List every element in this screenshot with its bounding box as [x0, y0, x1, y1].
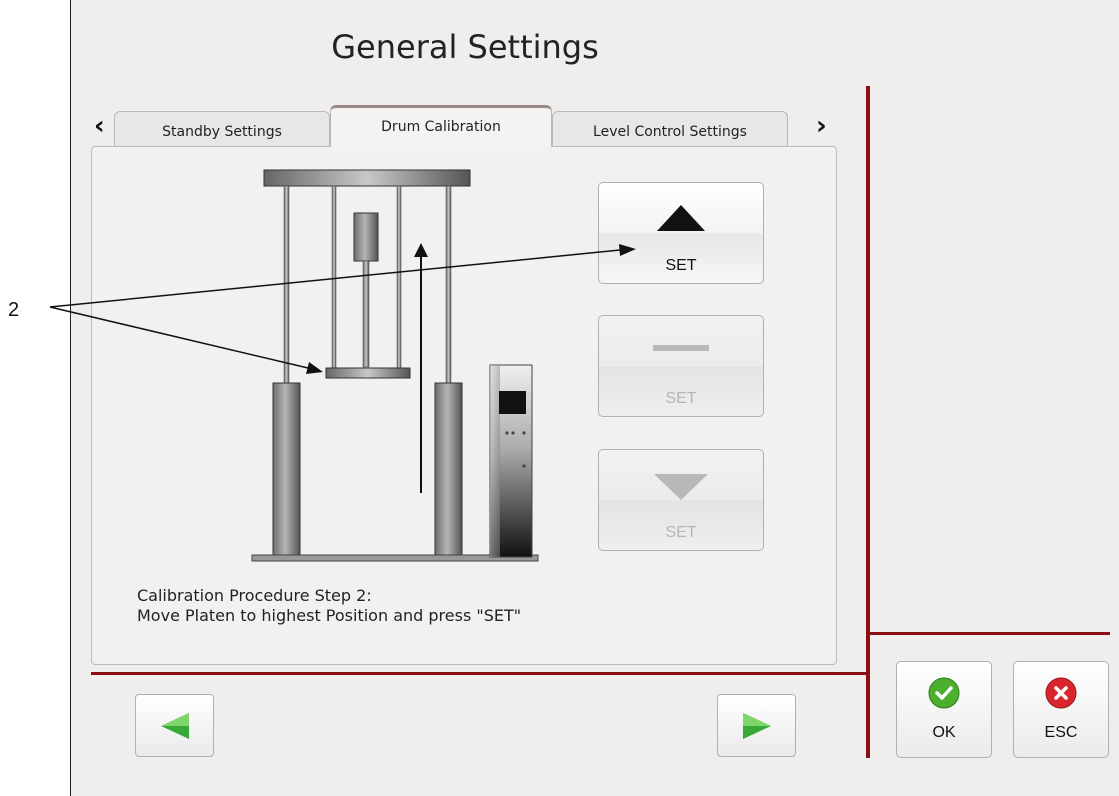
page-title: General Settings — [331, 28, 599, 66]
green-right-arrow-icon — [742, 712, 771, 739]
previous-button[interactable] — [135, 694, 214, 757]
tab-standby-settings[interactable]: Standby Settings — [114, 111, 330, 147]
callout-number: 2 — [8, 299, 20, 321]
set-label: SET — [665, 524, 697, 541]
triangle-up-icon — [657, 205, 705, 231]
platen-stop-set-button[interactable]: SET — [598, 315, 764, 417]
divider-horizontal-left — [91, 672, 866, 675]
ok-label: OK — [932, 724, 956, 741]
tab-prev-icon[interactable]: ‹ — [94, 113, 105, 139]
divider-horizontal-right — [866, 632, 1110, 635]
triangle-down-icon — [654, 474, 708, 500]
esc-label: ESC — [1044, 724, 1078, 741]
green-left-arrow-icon — [160, 712, 189, 739]
check-circle-icon — [928, 677, 960, 709]
set-label: SET — [665, 390, 697, 407]
tab-drum-calibration[interactable]: Drum Calibration — [330, 105, 552, 147]
instruction-step: Calibration Procedure Step 2: — [137, 586, 372, 605]
platen-down-set-button[interactable]: SET — [598, 449, 764, 551]
set-label: SET — [665, 257, 697, 274]
instruction-text: Move Platen to highest Position and pres… — [137, 606, 522, 625]
platen-up-set-button[interactable]: SET — [598, 182, 764, 284]
tab-level-control-settings[interactable]: Level Control Settings — [552, 111, 788, 147]
dash-icon — [653, 345, 709, 351]
ok-button[interactable]: OK — [896, 661, 992, 758]
x-circle-icon — [1045, 677, 1077, 709]
next-button[interactable] — [717, 694, 796, 757]
esc-button[interactable]: ESC — [1013, 661, 1109, 758]
drum-press-illustration — [251, 169, 539, 562]
calibration-instructions: Calibration Procedure Step 2: Move Plate… — [137, 586, 521, 626]
divider-vertical — [866, 86, 870, 758]
tab-next-icon[interactable]: › — [816, 113, 827, 139]
tab-bar: ‹ Standby Settings Drum Calibration Leve… — [90, 105, 840, 147]
